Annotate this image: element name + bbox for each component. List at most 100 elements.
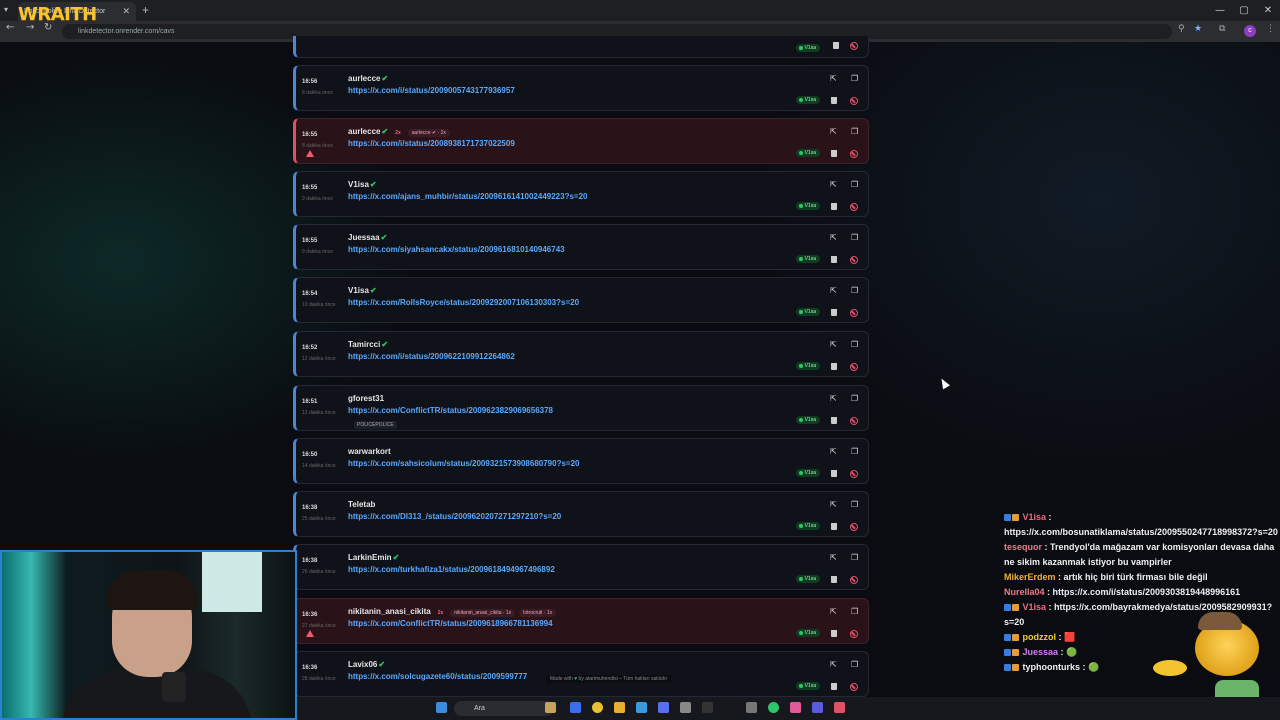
entry-link[interactable]: https://x.com/siyahsancakx/status/200961…	[348, 245, 565, 254]
delete-icon[interactable]	[831, 417, 837, 424]
delete-icon[interactable]	[831, 630, 837, 637]
chrome-icon[interactable]	[592, 702, 603, 713]
open-external-icon[interactable]: ⇱	[830, 607, 837, 616]
entry-username[interactable]: nikitanin_anasi_cikita 2x nikitanin_anasi_…	[348, 607, 557, 617]
entry-link[interactable]: https://x.com/DI313_/status/200962020727…	[348, 512, 561, 521]
forward-icon[interactable]: →	[26, 22, 34, 33]
copy-icon[interactable]: ❐	[851, 394, 858, 403]
spotify-icon[interactable]	[768, 702, 779, 713]
open-external-icon[interactable]: ⇱	[830, 394, 837, 403]
block-icon[interactable]	[850, 203, 858, 211]
block-icon[interactable]	[850, 150, 858, 158]
entry-username[interactable]: Lavix06✔	[348, 660, 385, 669]
bookmark-star-icon[interactable]: ★	[1194, 24, 1202, 34]
open-external-icon[interactable]: ⇱	[830, 500, 837, 509]
entry-link[interactable]: https://x.com/sahsicolum/status/20093215…	[348, 459, 579, 468]
discord-icon[interactable]	[658, 702, 669, 713]
delete-icon[interactable]	[831, 309, 837, 316]
app3-icon[interactable]	[834, 702, 845, 713]
open-external-icon[interactable]: ⇱	[830, 180, 837, 189]
open-external-icon[interactable]: ⇱	[830, 447, 837, 456]
teams-icon[interactable]	[570, 702, 581, 713]
block-icon[interactable]	[850, 630, 858, 638]
taskbar-search[interactable]: Ara	[454, 701, 554, 716]
new-tab-icon[interactable]: +	[142, 3, 149, 17]
copy-icon[interactable]: ❐	[851, 447, 858, 456]
block-icon[interactable]	[850, 523, 858, 531]
entry-username[interactable]: LarkinEmin✔	[348, 553, 399, 562]
reload-icon[interactable]: ↻	[44, 22, 52, 33]
block-icon[interactable]	[850, 576, 858, 584]
widgets-icon[interactable]	[545, 702, 556, 713]
delete-icon[interactable]	[831, 203, 837, 210]
delete-icon[interactable]	[831, 470, 837, 477]
block-icon[interactable]	[850, 683, 858, 691]
entry-username[interactable]: Teletab	[348, 500, 375, 509]
block-icon[interactable]	[850, 470, 858, 478]
back-icon[interactable]: ←	[6, 22, 14, 33]
entry-link[interactable]: https://x.com/i/status/20096221099122648…	[348, 352, 515, 361]
maximize-icon[interactable]: ▢	[1232, 0, 1256, 21]
delete-icon[interactable]	[833, 42, 839, 49]
delete-icon[interactable]	[831, 523, 837, 530]
app2-icon[interactable]	[812, 702, 823, 713]
copy-icon[interactable]: ❐	[851, 127, 858, 136]
entry-link[interactable]: https://x.com/ConflictTR/status/20096238…	[348, 406, 553, 415]
copy-icon[interactable]: ❐	[851, 500, 858, 509]
block-icon[interactable]	[850, 417, 858, 425]
tab-list-icon[interactable]: ▾	[4, 5, 8, 14]
copy-icon[interactable]: ❐	[851, 74, 858, 83]
block-icon[interactable]	[850, 309, 858, 317]
copy-icon[interactable]: ❐	[851, 660, 858, 669]
entry-username[interactable]: aurlecce✔ 2x aurlecce ✔ · 2x	[348, 127, 450, 137]
delete-icon[interactable]	[831, 363, 837, 370]
minimize-icon[interactable]: —	[1208, 0, 1232, 21]
extensions-icon[interactable]: ⧉	[1219, 24, 1225, 34]
footer-author[interactable]: atarimuhendisi	[585, 676, 618, 682]
entry-link[interactable]: https://x.com/turkhafiza1/status/2009618…	[348, 565, 555, 574]
entry-link[interactable]: https://x.com/ConflictTR/status/20096189…	[348, 619, 553, 628]
delete-icon[interactable]	[831, 97, 837, 104]
block-icon[interactable]	[850, 363, 858, 371]
open-external-icon[interactable]: ⇱	[830, 340, 837, 349]
delete-icon[interactable]	[831, 683, 837, 690]
lens-icon[interactable]: ⚲	[1178, 24, 1185, 34]
entry-username[interactable]: aurlecce✔	[348, 74, 388, 83]
open-external-icon[interactable]: ⇱	[830, 553, 837, 562]
open-external-icon[interactable]: ⇱	[830, 286, 837, 295]
entry-username[interactable]: V1isa✔	[348, 180, 377, 189]
entry-username[interactable]: Tamircci✔	[348, 340, 388, 349]
close-window-icon[interactable]: ✕	[1256, 0, 1280, 21]
entry-link[interactable]: https://x.com/i/status/20090057431779369…	[348, 86, 515, 95]
block-icon[interactable]	[850, 97, 858, 105]
start-icon[interactable]	[436, 702, 447, 713]
entry-link[interactable]: https://x.com/ajans_muhbir/status/200961…	[348, 192, 587, 201]
entry-username[interactable]: V1isa✔	[348, 286, 377, 295]
copy-icon[interactable]: ❐	[851, 607, 858, 616]
block-icon[interactable]	[850, 256, 858, 264]
terminal-icon[interactable]	[702, 702, 713, 713]
copy-icon[interactable]: ❐	[851, 340, 858, 349]
obs-icon[interactable]	[746, 702, 757, 713]
chrome-profile-icon[interactable]	[790, 702, 801, 713]
app-icon[interactable]	[680, 702, 691, 713]
open-external-icon[interactable]: ⇱	[830, 127, 837, 136]
profile-avatar[interactable]: c	[1244, 25, 1256, 37]
explorer-icon[interactable]	[614, 702, 625, 713]
entry-username[interactable]: Juessaa✔	[348, 233, 387, 242]
open-external-icon[interactable]: ⇱	[830, 660, 837, 669]
entry-link[interactable]: https://x.com/i/status/20089381717370225…	[348, 139, 515, 148]
copy-icon[interactable]: ❐	[851, 180, 858, 189]
edge-icon[interactable]	[636, 702, 647, 713]
entry-link[interactable]: https://x.com/solcugazete60/status/20095…	[348, 672, 527, 681]
close-tab-icon[interactable]: ✕	[122, 6, 130, 17]
copy-icon[interactable]: ❐	[851, 553, 858, 562]
entry-username[interactable]: gforest31	[348, 394, 384, 403]
block-icon[interactable]	[850, 42, 858, 50]
entry-link[interactable]: https://x.com/RollsRoyce/status/20092920…	[348, 298, 579, 307]
entry-username[interactable]: warwarkort	[348, 447, 391, 456]
delete-icon[interactable]	[831, 256, 837, 263]
delete-icon[interactable]	[831, 576, 837, 583]
delete-icon[interactable]	[831, 150, 837, 157]
open-external-icon[interactable]: ⇱	[830, 233, 837, 242]
